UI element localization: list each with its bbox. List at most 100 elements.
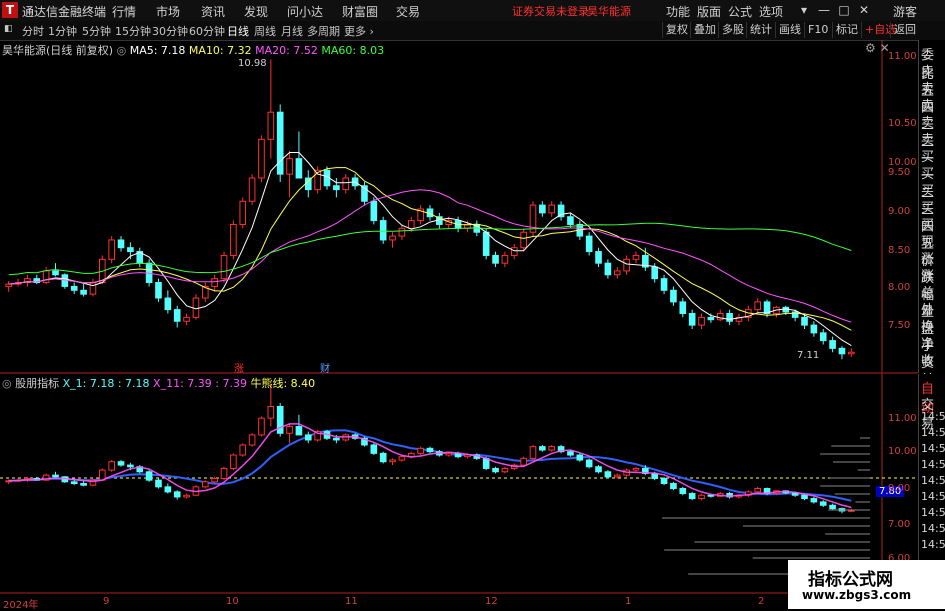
indicator-body	[829, 504, 836, 510]
login-status[interactable]: 证券交易未登录	[512, 3, 589, 19]
ma10-line	[8, 167, 852, 331]
tab-weekly[interactable]: 周线	[254, 23, 276, 39]
menu-zixun[interactable]: 资讯	[201, 3, 225, 20]
candle-body	[651, 266, 659, 280]
indicator-body	[613, 474, 621, 478]
tab-30min[interactable]: 30分钟	[152, 23, 188, 39]
overlay-button[interactable]: 叠加	[690, 22, 719, 38]
candle-body	[520, 231, 527, 249]
statistics-button[interactable]: 统计	[746, 22, 775, 38]
candle-body	[155, 282, 162, 299]
menu-shichang[interactable]: 市场	[156, 3, 180, 20]
low-price-label: 7.11	[797, 350, 820, 361]
f10-button[interactable]: F10	[804, 22, 831, 38]
indicator-header: ◎ 股朋指标 X_1: 7.18 : 7.18 X_11: 7.39 : 7.3…	[2, 375, 315, 391]
indicator-body	[183, 494, 190, 498]
candle-body	[342, 177, 350, 191]
menu-xuanxiang[interactable]: 选项	[759, 3, 783, 20]
multi-stock-button[interactable]: 多股	[718, 22, 747, 38]
settings-icon[interactable]: ◎	[2, 377, 15, 390]
candle-body	[623, 258, 630, 272]
back-button[interactable]: 返回	[890, 22, 919, 38]
tab-1min[interactable]: 1分钟	[48, 23, 77, 39]
indicator-body	[520, 457, 527, 466]
price-tick: 7.50	[888, 320, 911, 331]
candle-body	[164, 297, 172, 311]
tick-time-label: 14:56	[921, 458, 945, 471]
menu-faxian[interactable]: 发现	[244, 3, 268, 20]
indicator-body	[379, 452, 387, 463]
event-marker-zhang[interactable]: 涨	[234, 360, 244, 375]
menu-hangqing[interactable]: 行情	[112, 3, 136, 20]
tab-monthly[interactable]: 月线	[281, 23, 303, 39]
tab-5min[interactable]: 5分钟	[82, 23, 111, 39]
tab-15min[interactable]: 15分钟	[115, 23, 151, 39]
candle-body	[89, 282, 97, 295]
current-stock: 昊华能源	[587, 5, 631, 18]
draw-line-button[interactable]: 画线	[775, 22, 804, 38]
candle-body	[567, 216, 574, 225]
event-marker-cai[interactable]: 财	[320, 360, 330, 375]
maximize-icon[interactable]: □	[835, 2, 853, 18]
candle-body	[679, 301, 687, 315]
candle-body	[754, 301, 762, 311]
candle-body	[108, 239, 115, 260]
candle-body	[220, 254, 228, 280]
candle-body	[698, 316, 705, 326]
fuquan-button[interactable]: 复权	[662, 22, 691, 38]
candle-body	[5, 283, 12, 287]
indicator-body	[707, 494, 715, 497]
ma60-value: MA60: 8.03	[321, 44, 385, 57]
indicator-body	[754, 488, 762, 493]
menu-wenxiaoda[interactable]: 问小达	[287, 3, 323, 20]
indicator-body	[660, 477, 668, 485]
tab-fenshi[interactable]: 分时	[22, 23, 44, 39]
menu-gongneng[interactable]: 功能	[666, 3, 690, 20]
menu-jiaoyi[interactable]: 交易	[396, 3, 420, 20]
tab-60min[interactable]: 60分钟	[189, 23, 225, 39]
price-tick: 10.50	[888, 118, 917, 129]
mark-button[interactable]: 标记	[832, 22, 861, 38]
menu-caifuquan[interactable]: 财富圈	[342, 3, 378, 20]
indicator-body	[258, 417, 265, 436]
tab-multi-period[interactable]: 多周期	[307, 23, 340, 39]
indicator-body	[211, 477, 218, 483]
date-tick: 1	[625, 596, 632, 607]
bull-bear-value: 牛熊线: 8.40	[250, 377, 316, 390]
pane-close-icon[interactable]: ⚙ ✕	[865, 41, 890, 55]
candle-body	[801, 316, 808, 326]
indicator-body	[426, 447, 434, 453]
indicator-body	[445, 452, 453, 456]
tab-daily[interactable]: 日线	[227, 23, 249, 39]
candle-body	[333, 185, 340, 191]
tick-time-label: 14:56	[921, 474, 945, 487]
main-header: 昊华能源(日线 前复权) ◎ MA5: 7.18 MA10: 7.32 MA20…	[2, 42, 384, 58]
settings-icon[interactable]: ◎	[117, 44, 130, 57]
candles-group	[5, 59, 855, 360]
tab-more[interactable]: 更多 ›	[344, 23, 374, 39]
candle-body	[173, 309, 181, 322]
indicator-body	[529, 446, 537, 459]
indicator-body	[819, 501, 827, 506]
kline-chart[interactable]	[0, 40, 918, 609]
trade-sidebar: 自动交易14:5614:5614:5614:5614:5614:5614:561…	[918, 374, 945, 560]
close-icon[interactable]: ✕	[855, 2, 873, 18]
app-logo-icon: T	[2, 2, 18, 18]
menu-banmian[interactable]: 版面	[697, 3, 721, 20]
minimize-icon[interactable]: —	[815, 2, 833, 18]
candle-body	[42, 270, 50, 284]
x11-value: X_11: 7.39 : 7.39	[153, 377, 247, 390]
guest-label[interactable]: 游客	[893, 3, 917, 20]
price-tick: 8.50	[888, 245, 911, 256]
indicator-body	[585, 459, 593, 468]
menu-gongshi[interactable]: 公式	[728, 3, 752, 20]
candle-body	[819, 332, 827, 342]
indicator-title[interactable]: 股朋指标	[15, 377, 59, 390]
indicator-body	[80, 483, 87, 486]
dropdown-icon[interactable]: ▾	[795, 2, 813, 18]
chart-title[interactable]: 昊华能源(日线 前复权)	[2, 44, 113, 57]
price-tick: 9.50	[888, 167, 911, 178]
price-tick: 9.00	[888, 206, 911, 217]
panel-toggle-icon[interactable]: ◧	[4, 24, 13, 34]
tick-time-label: 14:56	[921, 410, 945, 423]
